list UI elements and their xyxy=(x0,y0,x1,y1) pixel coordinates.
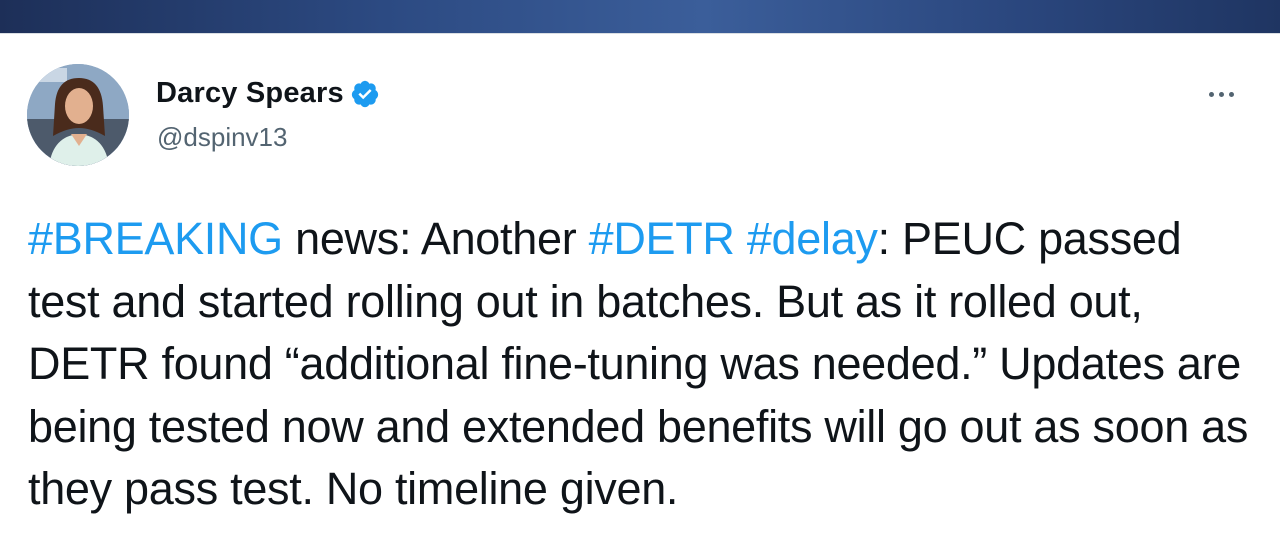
hashtag-delay[interactable]: #delay xyxy=(747,213,878,264)
avatar[interactable] xyxy=(27,64,129,166)
hashtag-breaking[interactable]: #BREAKING xyxy=(28,213,283,264)
tweet-text-segment xyxy=(735,213,747,264)
hashtag-detr[interactable]: #DETR xyxy=(589,213,735,264)
verified-badge-icon xyxy=(351,80,378,107)
author-display-name[interactable]: Darcy Spears xyxy=(156,77,344,110)
author-name-row: Darcy Spears xyxy=(156,77,380,110)
tweet-text: #BREAKING news: Another #DETR #delay: PE… xyxy=(28,208,1258,521)
avatar-image xyxy=(27,64,129,166)
tweet-card: Darcy Spears @dspinv13 #BREAKING news: A… xyxy=(0,33,1280,552)
more-dots-icon-dot xyxy=(1218,91,1224,97)
author-handle[interactable]: @dspinv13 xyxy=(157,122,287,153)
more-dots-icon-dot xyxy=(1228,91,1234,97)
more-options-button[interactable] xyxy=(1196,82,1246,106)
tweet-text-segment: news: Another xyxy=(282,213,589,264)
top-background-band xyxy=(0,0,1280,33)
more-dots-icon xyxy=(1208,91,1214,97)
